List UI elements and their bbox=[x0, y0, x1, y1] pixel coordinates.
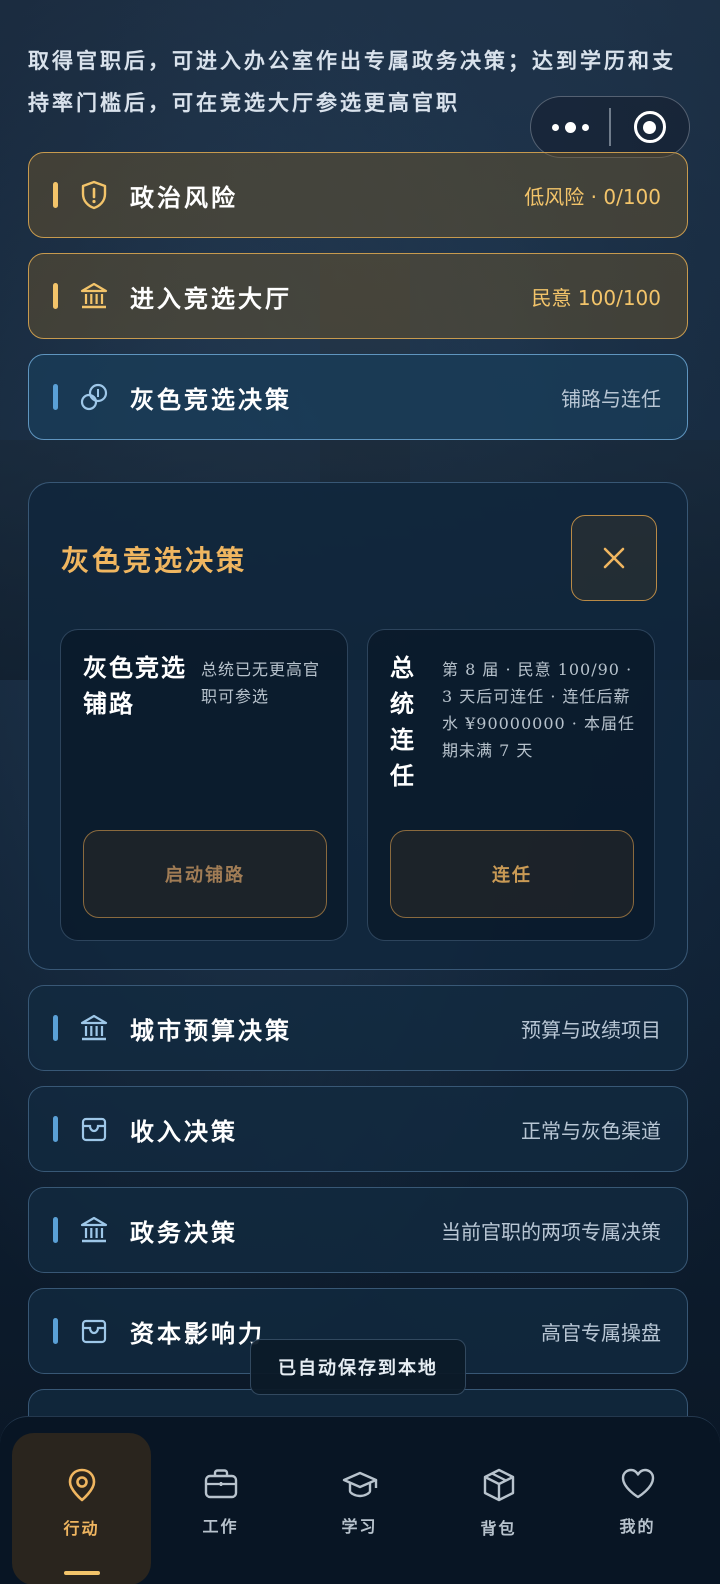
close-icon bbox=[603, 547, 625, 569]
tab-action[interactable]: 行动 bbox=[12, 1433, 151, 1584]
bank-icon bbox=[78, 280, 110, 312]
tab-work[interactable]: 工作 bbox=[151, 1417, 290, 1584]
row-meta: 当前官职的两项专属决策 bbox=[441, 1219, 661, 1244]
card-title: 总统连任 bbox=[390, 653, 416, 790]
start-paving-button[interactable]: 启动铺路 bbox=[83, 830, 327, 918]
heart-icon bbox=[621, 1468, 654, 1499]
bank-icon bbox=[78, 1012, 110, 1044]
row-meta: 正常与灰色渠道 bbox=[521, 1118, 661, 1143]
row-title: 城市预算决策 bbox=[130, 1015, 292, 1045]
card-description: 总统已无更高官职可参选 bbox=[201, 660, 321, 706]
target-icon[interactable] bbox=[611, 111, 690, 143]
tab-backpack[interactable]: 背包 bbox=[429, 1417, 568, 1584]
tab-label: 工作 bbox=[202, 1517, 239, 1536]
row-accent-bar bbox=[53, 384, 58, 410]
tab-label: 行动 bbox=[63, 1519, 100, 1538]
more-dots-icon[interactable] bbox=[531, 121, 609, 133]
row-accent-bar bbox=[53, 1015, 58, 1041]
mini-program-capsule bbox=[530, 96, 690, 158]
page-content: 取得官职后，可进入办公室作出专属政务决策；达到学历和支持率门槛后，可在竞选大厅参… bbox=[0, 0, 720, 1584]
row-title: 灰色竞选决策 bbox=[130, 384, 292, 414]
package-icon bbox=[483, 1468, 514, 1502]
row-political-risk[interactable]: 政治风险 低风险 · 0/100 bbox=[28, 152, 688, 238]
row-election-hall[interactable]: 进入竞选大厅 民意 100/100 bbox=[28, 253, 688, 339]
reelect-button[interactable]: 连任 bbox=[390, 830, 634, 918]
row-meta: 低风险 · 0/100 bbox=[524, 184, 661, 209]
row-grey-election[interactable]: 灰色竞选决策 铺路与连任 bbox=[28, 354, 688, 440]
shield-alert-icon bbox=[78, 179, 110, 211]
tab-me[interactable]: 我的 bbox=[568, 1417, 707, 1584]
row-accent-bar bbox=[53, 283, 58, 309]
tab-label: 背包 bbox=[480, 1519, 517, 1538]
tab-label: 学习 bbox=[341, 1517, 378, 1536]
graduation-cap-icon bbox=[342, 1471, 377, 1498]
tab-active-indicator bbox=[63, 1571, 100, 1575]
row-income[interactable]: 收入决策 正常与灰色渠道 bbox=[28, 1086, 688, 1172]
row-accent-bar bbox=[53, 1318, 58, 1344]
row-city-budget[interactable]: 城市预算决策 预算与政绩项目 bbox=[28, 985, 688, 1071]
wallet-icon bbox=[78, 1315, 110, 1347]
tab-study[interactable]: 学习 bbox=[290, 1417, 429, 1584]
autosave-toast: 已自动保存到本地 bbox=[250, 1339, 466, 1395]
close-button[interactable] bbox=[571, 515, 657, 601]
briefcase-icon bbox=[204, 1469, 237, 1499]
panel-title: 灰色竞选决策 bbox=[61, 544, 248, 577]
wallet-icon bbox=[78, 1113, 110, 1145]
bottom-tab-bar: 行动 工作 学习 背包 我的 bbox=[0, 1416, 720, 1584]
row-meta: 民意 100/100 bbox=[531, 285, 661, 310]
row-accent-bar bbox=[53, 1217, 58, 1243]
card-president-reelection: 总统连任 第 8 届 · 民意 100/90 · 3 天后可连任 · 连任后薪水… bbox=[367, 629, 655, 941]
card-title: 灰色竞选铺路 bbox=[83, 653, 187, 718]
row-government-affairs[interactable]: 政务决策 当前官职的两项专属决策 bbox=[28, 1187, 688, 1273]
location-pin-icon bbox=[68, 1468, 95, 1502]
coins-icon bbox=[78, 381, 110, 413]
row-meta: 铺路与连任 bbox=[561, 386, 661, 411]
row-title: 政务决策 bbox=[130, 1217, 238, 1247]
row-accent-bar bbox=[53, 182, 58, 208]
row-title: 进入竞选大厅 bbox=[130, 283, 292, 313]
bank-icon bbox=[78, 1214, 110, 1246]
row-meta: 预算与政绩项目 bbox=[521, 1017, 661, 1042]
card-grey-paving: 灰色竞选铺路 总统已无更高官职可参选 启动铺路 bbox=[60, 629, 348, 941]
row-accent-bar bbox=[53, 1116, 58, 1142]
tab-label: 我的 bbox=[619, 1517, 656, 1536]
grey-election-panel: 灰色竞选决策 灰色竞选铺路 总统已无更高官职可参选 启动铺路 总统连任 第 8 … bbox=[28, 482, 688, 970]
row-meta: 高官专属操盘 bbox=[541, 1320, 661, 1345]
row-title: 政治风险 bbox=[130, 182, 238, 212]
row-title: 收入决策 bbox=[130, 1116, 238, 1146]
card-description: 第 8 届 · 民意 100/90 · 3 天后可连任 · 连任后薪水 ¥900… bbox=[442, 660, 635, 760]
